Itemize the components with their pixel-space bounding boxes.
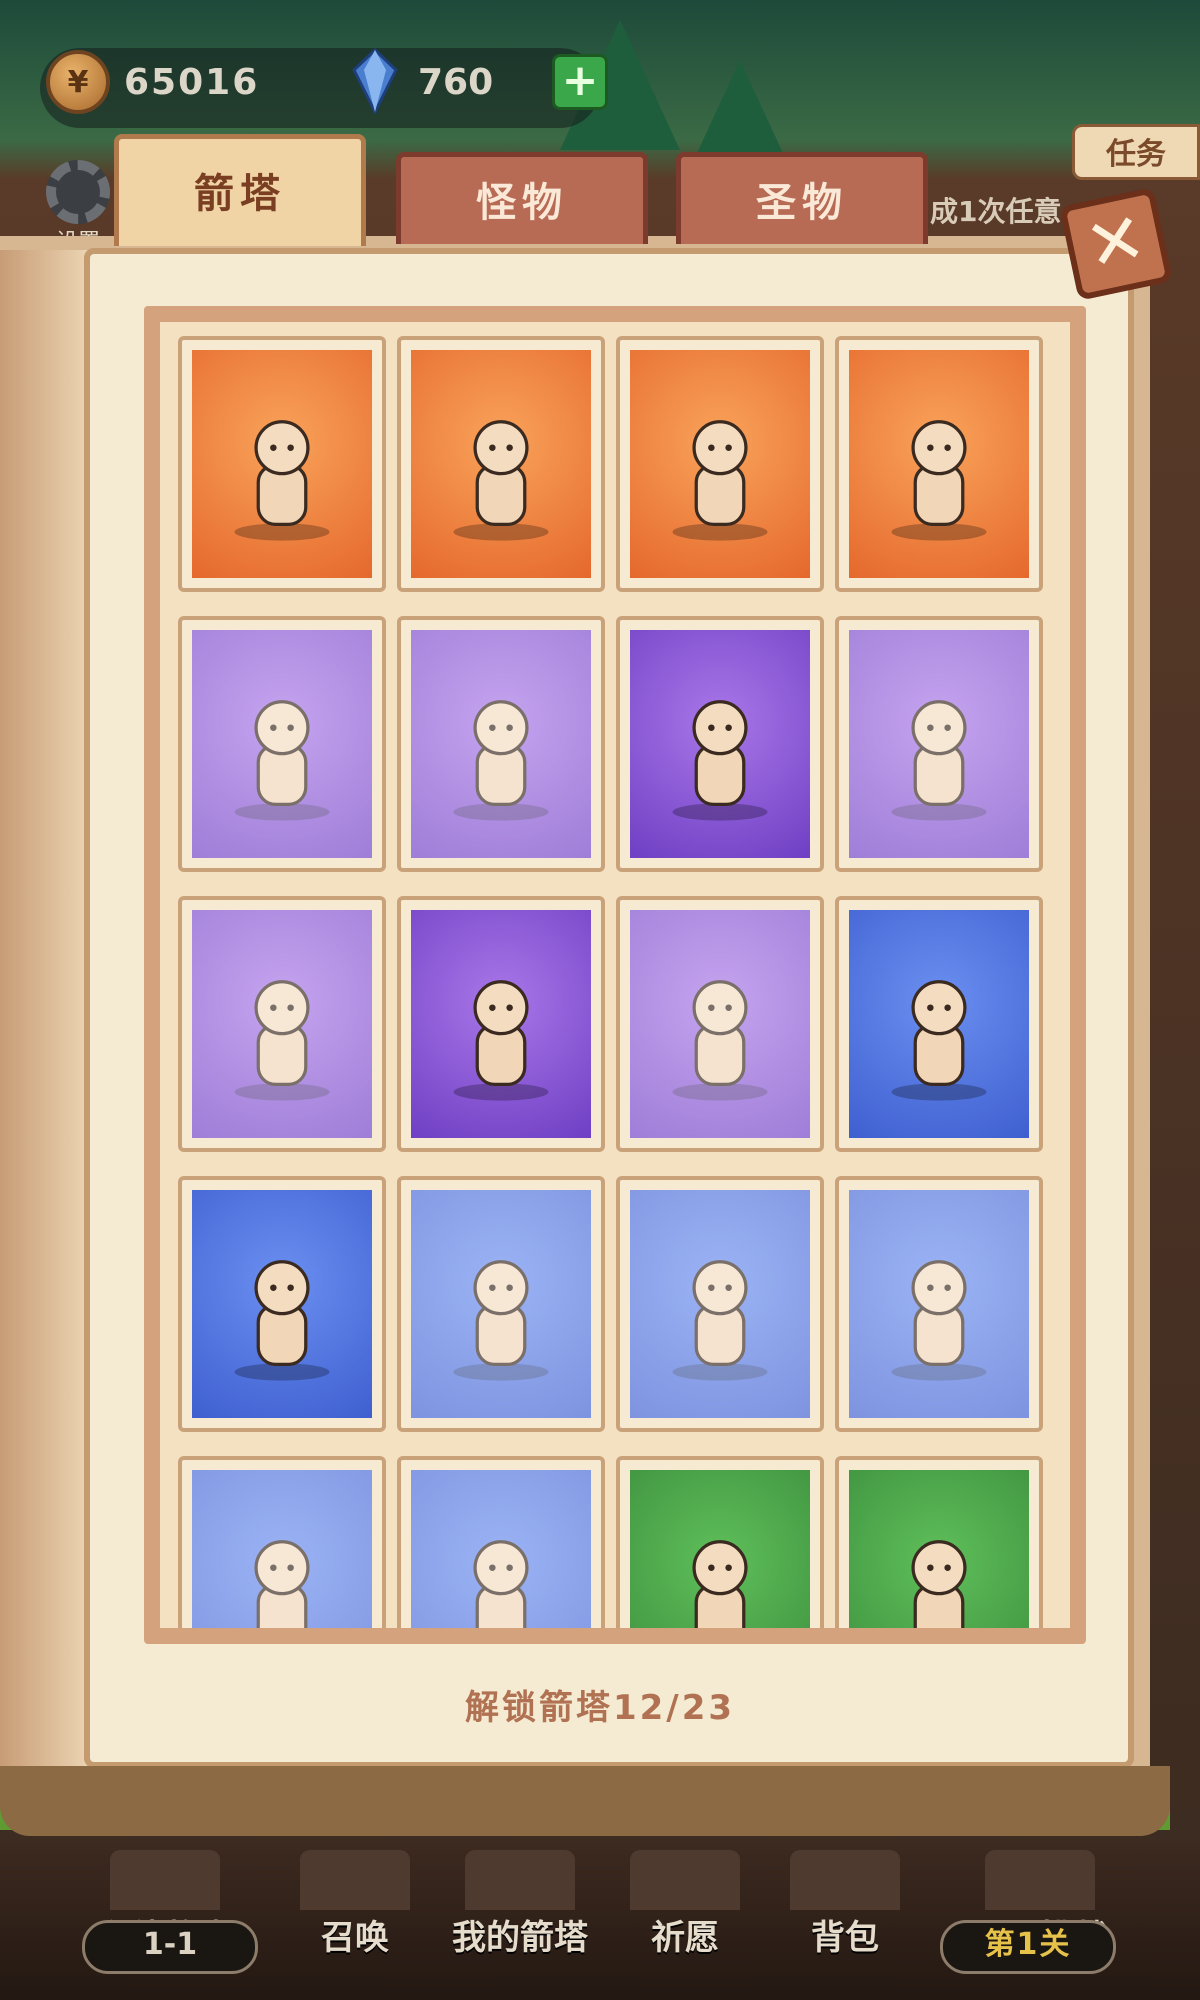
task-button[interactable]: 任务 (1072, 124, 1200, 180)
summon-icon (300, 1850, 410, 1910)
tower-card-red-hair-brawler[interactable] (178, 336, 386, 592)
my-towers-icon (465, 1850, 575, 1910)
wizard-figure-icon (254, 1539, 310, 1628)
nav-summon-label: 召唤 (321, 1918, 389, 1958)
dwarf-gunner-figure-icon (891, 979, 987, 1101)
book-spine (0, 250, 96, 1770)
medusa-figure-icon (891, 419, 987, 541)
backpack-icon (790, 1850, 900, 1910)
tower-card-wizard[interactable] (178, 1456, 386, 1628)
tower-card-shadow-guardian[interactable] (397, 1176, 605, 1432)
close-button[interactable]: ✕ (1059, 187, 1173, 301)
flame-spirit-portrait (411, 350, 591, 578)
tower-card-ice-dragon[interactable] (397, 616, 605, 872)
ninja-portrait (849, 1470, 1029, 1628)
knight-portrait (630, 1190, 810, 1418)
endless-level-badge: 第1关 (940, 1920, 1116, 1974)
ape-rock-thrower-portrait (630, 1470, 810, 1628)
endless-challenge-icon (985, 1850, 1095, 1910)
add-gems-button[interactable]: + (552, 54, 608, 110)
nav-my-towers-label: 我的箭塔 (452, 1918, 588, 1958)
gear-icon (46, 160, 110, 224)
tower-card-harpy[interactable] (616, 896, 824, 1152)
harpy-figure-icon (672, 979, 768, 1101)
tribal-totem-portrait (849, 630, 1029, 858)
cat-sniper-portrait (192, 630, 372, 858)
horned-warrior-portrait (411, 1470, 591, 1628)
ice-dragon-portrait (411, 630, 591, 858)
nav-backpack-label: 背包 (811, 1918, 879, 1958)
story-stage-badge: 1-1 (82, 1920, 258, 1974)
nav-summon[interactable]: 召唤 (280, 1850, 430, 1960)
tower-card-lotus-fairy[interactable] (397, 896, 605, 1152)
shadow-guardian-figure-icon (453, 1259, 549, 1381)
horned-warrior-figure-icon (473, 1539, 529, 1628)
tower-card-flame-spirit[interactable] (397, 336, 605, 592)
gold-coin-icon: ¥ (46, 50, 110, 114)
wizard-portrait (192, 1470, 372, 1628)
collection-scroll-area[interactable] (160, 322, 1070, 1628)
gold-amount: 65016 (124, 62, 260, 103)
tower-card-knight[interactable] (616, 1176, 824, 1432)
gem-amount: 760 (418, 62, 494, 103)
book-bottom-edge (0, 1766, 1170, 1836)
tower-card-spartan[interactable] (616, 616, 824, 872)
tower-card-horned-warrior[interactable] (397, 1456, 605, 1628)
nav-wish-label: 祈愿 (651, 1918, 719, 1958)
shadow-guardian-portrait (411, 1190, 591, 1418)
tower-card-grid (178, 336, 1043, 1628)
tower-card-crystal-princess[interactable] (178, 896, 386, 1152)
tower-card-ape-rock-thrower[interactable] (616, 1456, 824, 1628)
ice-dragon-figure-icon (453, 699, 549, 821)
lotus-fairy-figure-icon (453, 979, 549, 1101)
pirate-girl-portrait (192, 1190, 372, 1418)
ape-rock-thrower-figure-icon (692, 1539, 748, 1628)
star-mage-figure-icon (672, 419, 768, 541)
tribal-totem-figure-icon (891, 699, 987, 821)
tab-relics[interactable]: 圣物 (676, 152, 928, 244)
medusa-portrait (849, 350, 1029, 578)
nav-my-towers[interactable]: 我的箭塔 (445, 1850, 595, 1960)
cat-sniper-figure-icon (234, 699, 330, 821)
harpy-portrait (630, 910, 810, 1138)
crystal-princess-portrait (192, 910, 372, 1138)
tower-card-elf-harpist[interactable] (835, 1176, 1043, 1432)
knight-figure-icon (672, 1259, 768, 1381)
dwarf-gunner-portrait (849, 910, 1029, 1138)
tab-towers[interactable]: 箭塔 (114, 134, 366, 246)
ninja-figure-icon (911, 1539, 967, 1628)
flame-spirit-figure-icon (453, 419, 549, 541)
spartan-portrait (630, 630, 810, 858)
tower-card-cat-sniper[interactable] (178, 616, 386, 872)
red-hair-brawler-portrait (192, 350, 372, 578)
star-mage-portrait (630, 350, 810, 578)
main-story-icon (110, 1850, 220, 1910)
elf-harpist-figure-icon (891, 1259, 987, 1381)
unlock-progress-text: 解锁箭塔12/23 (464, 1688, 736, 1728)
nav-wish[interactable]: 祈愿 (610, 1850, 760, 1960)
tower-card-star-mage[interactable] (616, 336, 824, 592)
lotus-fairy-portrait (411, 910, 591, 1138)
tower-card-ninja[interactable] (835, 1456, 1043, 1628)
nav-backpack[interactable]: 背包 (770, 1850, 920, 1960)
task-text: 成1次任意 (930, 195, 1062, 228)
elf-harpist-portrait (849, 1190, 1029, 1418)
tower-card-pirate-girl[interactable] (178, 1176, 386, 1432)
pirate-girl-figure-icon (234, 1259, 330, 1381)
spartan-figure-icon (672, 699, 768, 821)
tower-card-tribal-totem[interactable] (835, 616, 1043, 872)
red-hair-brawler-figure-icon (234, 419, 330, 541)
tower-card-medusa[interactable] (835, 336, 1043, 592)
gem-icon (352, 48, 398, 114)
tower-card-dwarf-gunner[interactable] (835, 896, 1043, 1152)
crystal-princess-figure-icon (234, 979, 330, 1101)
wish-icon (630, 1850, 740, 1910)
tab-monsters[interactable]: 怪物 (396, 152, 648, 244)
